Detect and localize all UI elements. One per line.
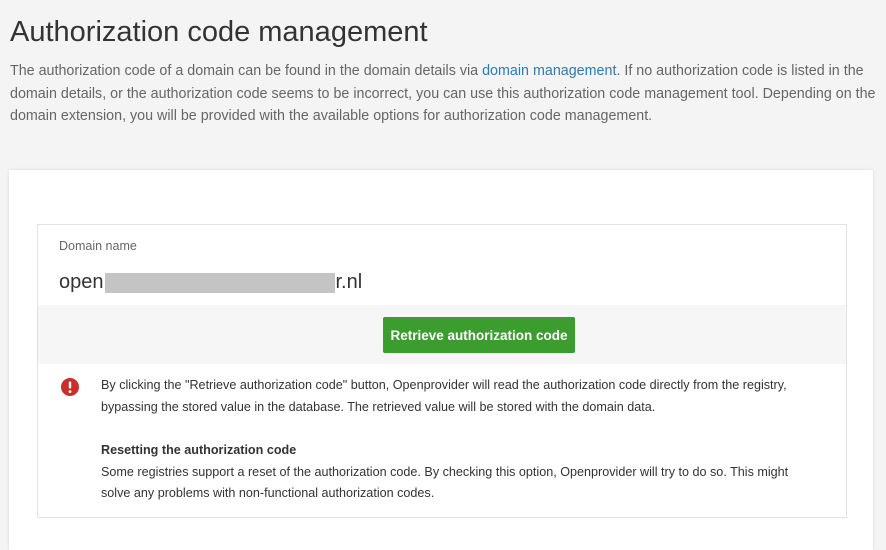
domain-name-label: Domain name xyxy=(59,239,137,253)
domain-name-suffix: r.nl xyxy=(335,271,363,293)
notice-retrieve-text: By clicking the "Retrieve authorization … xyxy=(101,378,787,414)
domain-name-value: open r.nl xyxy=(59,271,362,294)
reset-heading: Resetting the authorization code xyxy=(101,443,297,457)
notice-text: By clicking the "Retrieve authorization … xyxy=(101,375,816,505)
domain-panel: Domain name open r.nl Retrieve authoriza… xyxy=(37,224,847,518)
domain-name-prefix: open xyxy=(59,271,104,293)
authcode-card: Domain name open r.nl Retrieve authoriza… xyxy=(9,170,873,550)
intro-text: The authorization code of a domain can b… xyxy=(10,60,880,128)
domain-management-link[interactable]: domain management xyxy=(482,63,616,79)
exclamation-circle-icon xyxy=(60,377,80,397)
intro-text-before-link: The authorization code of a domain can b… xyxy=(10,63,483,79)
reset-text: Some registries support a reset of the a… xyxy=(101,464,789,501)
page-title: Authorization code management xyxy=(10,16,428,48)
action-row: Retrieve authorization code xyxy=(38,305,846,364)
redacted-block xyxy=(104,272,335,293)
retrieve-authorization-code-button[interactable]: Retrieve authorization code xyxy=(383,317,575,353)
